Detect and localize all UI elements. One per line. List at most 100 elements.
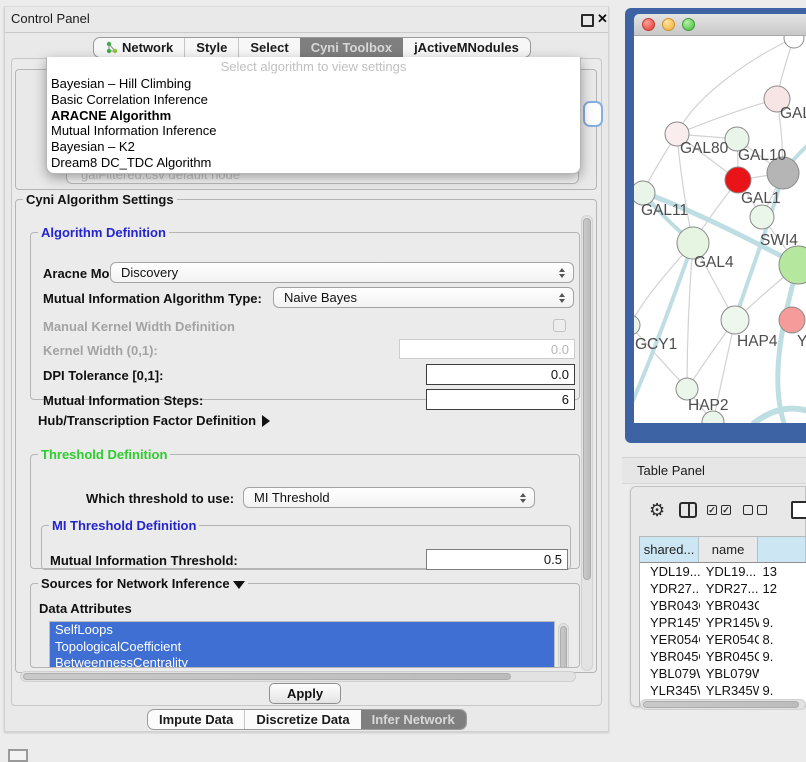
column-header-cut[interactable] [758,537,806,562]
table-row[interactable]: YDL19... YDL19... 13 [640,563,806,580]
tab-select[interactable]: Select [238,38,299,57]
cell: YPR145W [640,615,700,630]
table-panel-title: Table Panel [637,463,705,478]
which-threshold-label: Which threshold to use: [86,491,234,506]
mi-steps-value: 6 [562,392,569,407]
cell: YBR043C [700,598,759,613]
column-layout-icon[interactable] [679,502,697,518]
list-scrollbar[interactable] [558,623,569,668]
export-table-icon[interactable] [791,501,806,519]
tab-jactivemnodules[interactable]: jActiveMNodules [403,38,530,57]
mi-threshold-label: Mutual Information Threshold: [50,553,238,568]
algorithm-option[interactable]: Basic Correlation Inference [47,92,580,108]
table-row[interactable]: YBL079W YBL079W [640,665,806,682]
algorithm-option[interactable]: Bayesian – Hill Climbing [47,76,580,92]
table-row[interactable]: YBR045C YBR045C 9. [640,648,806,665]
network-canvas[interactable]: GAL GAL80 GAL10 GAL1 SWI4 GAL11 GAL4 HAP… [634,36,806,423]
network-node[interactable] [721,306,749,334]
algorithm-option[interactable]: Bayesian – K2 [47,139,580,155]
panel-title: Control Panel [11,11,90,26]
which-threshold-combobox[interactable]: MI Threshold [243,487,535,508]
tab-style[interactable]: Style [184,38,238,57]
tab-discretize-data[interactable]: Discretize Data [244,710,360,729]
table-settings-gear-icon[interactable]: ⚙ [649,501,665,519]
cell: YLR345W [640,683,700,698]
hub-definition-label: Hub/Transcription Factor Definition [38,413,256,428]
cell: 13 [759,564,806,579]
data-attributes-list[interactable]: SelfLoops TopologicalCoefficient Between… [49,621,555,668]
select-all-checkboxes-icon[interactable]: ✓✓ [707,505,731,515]
control-panel-tabbar: Network Style Select Cyni Toolbox jActiv… [93,37,531,58]
network-node[interactable] [784,36,804,48]
network-node[interactable] [750,205,774,229]
cell: YBL079W [640,666,700,681]
float-window-icon[interactable] [581,14,594,27]
tab-label: jActiveMNodules [414,40,519,55]
table-row[interactable]: YLR345W YLR345W 9. [640,682,806,699]
deselect-all-checkboxes-icon[interactable] [743,505,767,515]
table-row[interactable]: YDR27... YDR27... 12 [640,580,806,597]
expander-collapsed-icon [262,415,270,427]
close-traffic-light-icon[interactable] [642,18,655,31]
column-header-shared-name[interactable]: shared... [640,537,699,562]
cyni-bottom-tabbar: Impute Data Discretize Data Infer Networ… [147,709,467,730]
cell: 9. [759,683,806,698]
tab-label: Network [122,40,173,55]
tab-label: Style [196,40,227,55]
close-icon[interactable]: ✕ [597,11,608,27]
network-node[interactable] [634,315,640,335]
network-node[interactable] [779,307,805,333]
list-item[interactable]: BetweennessCentrality [50,655,554,668]
mi-threshold-field[interactable]: 0.5 [426,549,568,570]
list-item[interactable]: TopologicalCoefficient [50,639,554,656]
settings-vertical-scrollbar[interactable] [581,215,593,671]
combo-spinner-icon [559,268,565,278]
control-panel-window: Control Panel ✕ Network Style Select Cyn… [4,6,609,732]
tab-infer-network[interactable]: Infer Network [361,710,466,729]
tab-network[interactable]: Network [94,38,184,57]
tab-label: Select [250,40,288,55]
apply-button[interactable]: Apply [269,683,341,704]
hub-definition-expander[interactable]: Hub/Transcription Factor Definition [38,413,270,428]
list-item[interactable]: SelfLoops [50,622,554,639]
column-header-name[interactable]: name [699,537,758,562]
cell: YPR145W [700,615,759,630]
screenshot-root: Control Panel ✕ Network Style Select Cyn… [0,0,806,762]
combo-spinner-icon [559,293,565,303]
tab-label: Infer Network [372,712,455,727]
node-label: Y [797,333,806,350]
aracne-mode-combobox[interactable]: Discovery [110,262,574,283]
algorithm-dropdown-placeholder: Select algorithm to view settings [47,57,580,76]
algorithm-dropdown: Select algorithm to view settings Bayesi… [46,57,581,174]
mi-type-combobox[interactable]: Naive Bayes [273,287,574,308]
partial-cutoff-button[interactable] [8,749,28,762]
algorithm-option[interactable]: Mutual Information Inference [47,123,580,139]
settings-horizontal-scrollbar[interactable] [20,671,576,682]
table-row[interactable]: YPR145W YPR145W 9. [640,614,806,631]
kernel-width-field[interactable]: 0.0 [399,339,575,359]
node-label: GAL [780,105,806,122]
tab-impute-data[interactable]: Impute Data [148,710,244,729]
sources-group: Sources for Network Inference Data Attri… [30,576,580,668]
minimize-traffic-light-icon[interactable] [662,18,675,31]
table-row[interactable]: YER054C YER054C 8. [640,631,806,648]
mi-steps-field[interactable]: 6 [426,389,575,410]
algorithm-option[interactable]: Dream8 DC_TDC Algorithm [47,155,580,171]
tab-label: Discretize Data [256,712,349,727]
cell: 9. [759,615,806,630]
table-row[interactable]: YBR043C YBR043C [640,597,806,614]
kernel-width-value: 0.0 [551,342,569,357]
tab-cyni-toolbox[interactable]: Cyni Toolbox [300,38,403,57]
algorithm-definition-title: Algorithm Definition [38,225,169,240]
dpi-tolerance-field[interactable]: 0.0 [426,364,575,385]
node-label: HAP4 [737,333,778,350]
node-label: GAL80 [680,140,729,157]
table-panel: ⚙ ✓✓ shared... name YDL19... YDL19... 13… [630,486,806,707]
zoom-traffic-light-icon[interactable] [682,18,695,31]
settings-group-title: Cyni Algorithm Settings [23,192,177,207]
node-table: shared... name YDL19... YDL19... 13 YDR2… [639,536,806,706]
table-horizontal-scrollbar[interactable] [640,699,806,710]
cell: YBR045C [640,649,700,664]
algorithm-option-selected[interactable]: ARACNE Algorithm [47,108,580,124]
manual-kernel-checkbox[interactable] [553,319,566,332]
